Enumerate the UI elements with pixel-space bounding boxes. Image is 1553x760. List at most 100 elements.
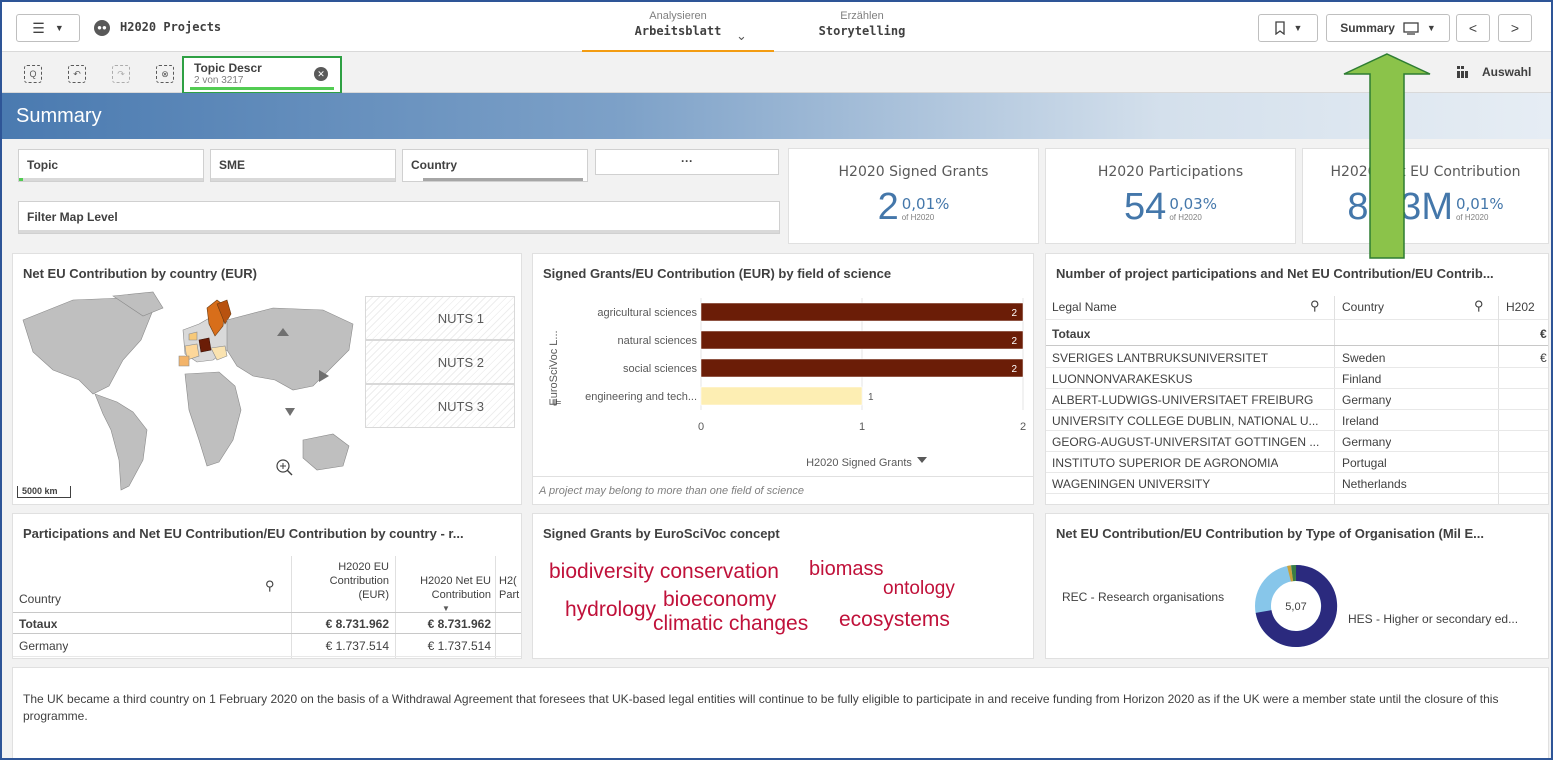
- filter-topic[interactable]: Topic: [18, 149, 204, 182]
- kpi-percent: 0,01%: [901, 195, 950, 213]
- kpi-of-label: of H2020: [1455, 213, 1489, 222]
- table-row[interactable]: LUONNONVARAKESKUS Finland: [1046, 369, 1548, 389]
- filter-country-label: Country: [411, 158, 457, 172]
- data-label: 2: [1011, 336, 1017, 347]
- filter-sme-label: SME: [219, 158, 246, 172]
- bookmark-icon: [1274, 21, 1285, 35]
- field-chart-title: Signed Grants/EU Contribution (EUR) by f…: [543, 266, 892, 281]
- uk-note-text: The UK became a third country on 1 Febru…: [23, 692, 1499, 723]
- search-icon[interactable]: ⚲: [265, 578, 275, 594]
- table-row[interactable]: SVERIGES LANTBRUKSUNIVERSITET Sweden €: [1046, 348, 1548, 368]
- portugal-spain-shape[interactable]: [178, 355, 190, 367]
- column-header-h2020[interactable]: H202: [1506, 300, 1535, 314]
- bar[interactable]: [700, 358, 1024, 378]
- sheets-button[interactable]: Summary ▼: [1326, 14, 1450, 42]
- tab-story-sub: Erzählen: [840, 10, 884, 22]
- column-header-eu-contribution[interactable]: H2020 EU Contribution (EUR): [297, 560, 389, 602]
- table-row[interactable]: INSTITUTO SUPERIOR DE AGRONOMIA Portugal: [1046, 453, 1548, 473]
- column-header-country[interactable]: Country: [19, 592, 61, 606]
- bar[interactable]: [700, 386, 863, 406]
- bar[interactable]: [700, 302, 1024, 322]
- table-row[interactable]: GEORG-AUGUST-UNIVERSITAT GOTTINGEN ... Ge…: [1046, 432, 1548, 452]
- total-label: Totaux: [19, 617, 58, 631]
- kpi-percent: 0,03%: [1169, 195, 1217, 213]
- category-label[interactable]: engineering and tech...: [585, 391, 697, 403]
- column-header-legal-name[interactable]: Legal Name: [1052, 300, 1117, 314]
- row-eu-contribution: € 1.737.514: [325, 639, 389, 653]
- kpi-participations[interactable]: H2020 Participations 54 0,03% of H2020: [1045, 148, 1296, 244]
- table-row[interactable]: Germany € 1.737.514 € 1.737.514: [13, 635, 521, 657]
- table-header-row: Legal Name ⚲ Country ⚲ H202: [1046, 296, 1548, 320]
- word-climatic-changes[interactable]: climatic changes: [653, 612, 808, 636]
- chevron-down-icon: ▼: [1293, 23, 1303, 33]
- column-header-participations[interactable]: H2( Part: [499, 574, 521, 602]
- row-country: Germany: [1342, 435, 1392, 449]
- filter-sme[interactable]: SME: [210, 149, 396, 182]
- world-map[interactable]: [13, 290, 365, 504]
- category-label[interactable]: natural sciences: [618, 335, 698, 347]
- smart-search-icon[interactable]: Q: [24, 65, 42, 83]
- kpi-percent: 0,01%: [1455, 195, 1504, 213]
- row-country: Germany: [19, 639, 69, 653]
- donut-label-hes: HES - Higher or secondary ed...: [1348, 612, 1519, 626]
- tab-storytelling[interactable]: Erzählen Storytelling: [802, 10, 922, 38]
- column-header-net-contribution[interactable]: H2020 Net EU Contribution: [401, 574, 491, 602]
- germany-shape[interactable]: [198, 337, 212, 353]
- word-ecosystems[interactable]: ecosystems: [839, 608, 950, 632]
- field-of-science-chart-panel: Signed Grants/EU Contribution (EUR) by f…: [532, 253, 1034, 505]
- nuts-2-button[interactable]: NUTS 2: [365, 340, 515, 384]
- total-net-contribution: € 8.731.962: [427, 617, 491, 631]
- clear-selection-icon[interactable]: ✕: [314, 67, 328, 81]
- nuts-3-button[interactable]: NUTS 3: [365, 384, 515, 428]
- sheet-button-label: Summary: [1340, 21, 1395, 35]
- clear-all-icon[interactable]: ⊗: [156, 65, 174, 83]
- table-row[interactable]: WAGENINGEN UNIVERSITY Netherlands: [1046, 474, 1548, 494]
- donut-segment-other-2[interactable]: [1287, 565, 1294, 582]
- filter-topic-state: [19, 178, 203, 181]
- global-menu-button[interactable]: ☰ ▼: [16, 14, 80, 42]
- row-net-contribution: € 1.737.514: [427, 639, 491, 653]
- word-ontology[interactable]: ontology: [883, 578, 955, 600]
- country-table[interactable]: Country ⚲ H2020 EU Contribution (EUR) H2…: [13, 556, 521, 658]
- word-biodiversity-conservation[interactable]: biodiversity conservation: [549, 560, 779, 584]
- next-sheet-button[interactable]: >: [1498, 14, 1532, 42]
- search-icon[interactable]: ⚲: [1310, 298, 1320, 314]
- filter-map-level[interactable]: Filter Map Level: [18, 201, 780, 234]
- app-title[interactable]: H2020 Projects: [120, 20, 221, 34]
- nuts-1-button[interactable]: NUTS 1: [365, 296, 515, 340]
- word-biomass[interactable]: biomass: [809, 558, 883, 581]
- word-bioeconomy[interactable]: bioeconomy: [663, 588, 776, 612]
- search-icon[interactable]: ⚲: [1474, 298, 1484, 314]
- field-of-science-bar-chart[interactable]: EuroSciVoc L... H2020 Signed Grants ⊫ 0 1…: [533, 290, 1034, 476]
- app-icon: ●●: [94, 20, 110, 36]
- more-filters-button[interactable]: ···: [595, 149, 779, 175]
- donut-label-rec: REC - Research organisations: [1062, 590, 1225, 604]
- bookmarks-button[interactable]: ▼: [1258, 14, 1318, 42]
- category-label[interactable]: social sciences: [623, 363, 697, 375]
- chevron-down-icon[interactable]: ⌄: [736, 28, 747, 44]
- word-hydrology[interactable]: hydrology: [565, 598, 656, 622]
- selection-chip-topic-descr[interactable]: Topic Descr 2 von 3217 ✕: [182, 56, 342, 94]
- kpi-signed-grants[interactable]: H2020 Signed Grants 2 0,01% of H2020: [788, 148, 1039, 244]
- selections-tool-button[interactable]: Auswahl: [1456, 65, 1531, 79]
- column-header-country[interactable]: Country: [1342, 300, 1384, 314]
- row-legal-name: INSTITUTO SUPERIOR DE AGRONOMIA: [1052, 456, 1279, 470]
- filter-sme-state: [211, 178, 395, 181]
- row-country: Portugal: [1342, 456, 1387, 470]
- organisation-donut-chart[interactable]: 5,07: [1252, 562, 1340, 650]
- row-legal-name: WAGENINGEN UNIVERSITY: [1052, 477, 1211, 491]
- step-back-icon[interactable]: ↶: [68, 65, 86, 83]
- bar[interactable]: [700, 330, 1024, 350]
- participations-table-panel: Number of project participations and Net…: [1045, 253, 1549, 505]
- previous-sheet-button[interactable]: <: [1456, 14, 1490, 42]
- filter-country[interactable]: Country: [402, 149, 588, 182]
- participations-table[interactable]: Legal Name ⚲ Country ⚲ H202 Totaux € SVE…: [1046, 296, 1548, 504]
- country-table-panel: Participations and Net EU Contribution/E…: [12, 513, 522, 659]
- y-axis-label: EuroSciVoc L...: [548, 330, 560, 405]
- category-label[interactable]: agricultural sciences: [597, 307, 697, 319]
- top-toolbar: ☰ ▼ ●● H2020 Projects Analysieren Arbeit…: [2, 2, 1551, 52]
- row-country: Netherlands: [1342, 477, 1407, 491]
- step-forward-icon[interactable]: ↷: [112, 65, 130, 83]
- table-row[interactable]: UNIVERSITY COLLEGE DUBLIN, NATIONAL U...…: [1046, 411, 1548, 431]
- table-row[interactable]: ALBERT-LUDWIGS-UNIVERSITAET FREIBURG Germ…: [1046, 390, 1548, 410]
